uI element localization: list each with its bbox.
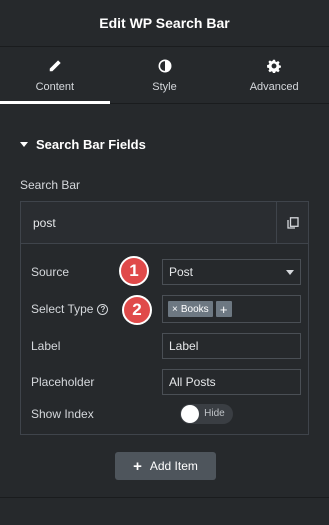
- chip-books: × Books: [168, 301, 213, 317]
- source-row: Source Post: [31, 259, 301, 285]
- chip-remove-icon[interactable]: ×: [172, 304, 178, 315]
- tab-style-label: Style: [152, 80, 177, 93]
- caret-down-icon: [20, 142, 28, 147]
- label-label: Label: [31, 339, 61, 353]
- toggle-knob: [180, 405, 199, 423]
- tab-content[interactable]: Content: [0, 48, 110, 104]
- step-badge-1: 1: [119, 256, 149, 286]
- panel-header: Edit WP Search Bar: [0, 0, 329, 47]
- placeholder-row: Placeholder All Posts: [31, 369, 301, 395]
- tab-style[interactable]: Style: [110, 48, 220, 103]
- panel-title: Edit WP Search Bar: [99, 15, 230, 31]
- select-type-multiselect[interactable]: × Books +: [162, 295, 301, 323]
- placeholder-input-value: All Posts: [169, 375, 216, 389]
- source-value: Post: [169, 265, 194, 279]
- show-index-label: Show Index: [31, 407, 94, 421]
- step-badge-2: 2: [122, 295, 152, 325]
- placeholder-input[interactable]: All Posts: [162, 369, 301, 395]
- contrast-icon: [158, 59, 171, 72]
- chip-label: Books: [180, 303, 209, 315]
- repeater-item: post Source Post Select Type ? × Books +…: [20, 201, 309, 435]
- pencil-icon: [49, 59, 61, 71]
- section-title: Search Bar Fields: [36, 137, 146, 152]
- show-index-toggle[interactable]: Hide: [179, 404, 233, 424]
- label-input[interactable]: Label: [162, 333, 301, 359]
- repeater-item-title: post: [33, 215, 56, 230]
- add-item-label: Add Item: [149, 459, 198, 473]
- tab-advanced[interactable]: Advanced: [219, 48, 329, 103]
- section-toggle[interactable]: Search Bar Fields: [20, 137, 146, 152]
- help-icon[interactable]: ?: [97, 303, 109, 315]
- gear-icon: [267, 59, 282, 73]
- repeater-label: Search Bar: [20, 178, 81, 192]
- tab-content-label: Content: [35, 80, 75, 93]
- divider: [0, 497, 329, 498]
- plus-icon: +: [133, 457, 142, 475]
- duplicate-button[interactable]: [276, 201, 308, 244]
- repeater-item-header[interactable]: post: [21, 201, 308, 244]
- select-type-row: Select Type ? × Books +: [31, 295, 301, 323]
- add-item-button[interactable]: + Add Item: [115, 452, 216, 480]
- select-type-label: Select Type: [31, 302, 94, 316]
- label-row: Label Label: [31, 333, 301, 359]
- duplicate-icon: [286, 216, 299, 229]
- toggle-text: Hide: [204, 408, 225, 419]
- source-select[interactable]: Post: [162, 259, 301, 285]
- show-index-row: Show Index Hide: [31, 404, 301, 424]
- tab-advanced-label: Advanced: [249, 80, 299, 93]
- label-input-value: Label: [169, 339, 199, 353]
- chevron-down-icon: [286, 269, 294, 275]
- add-chip-button[interactable]: +: [215, 301, 232, 317]
- placeholder-label: Placeholder: [31, 375, 95, 389]
- tab-bar: Content Style Advanced: [0, 48, 329, 104]
